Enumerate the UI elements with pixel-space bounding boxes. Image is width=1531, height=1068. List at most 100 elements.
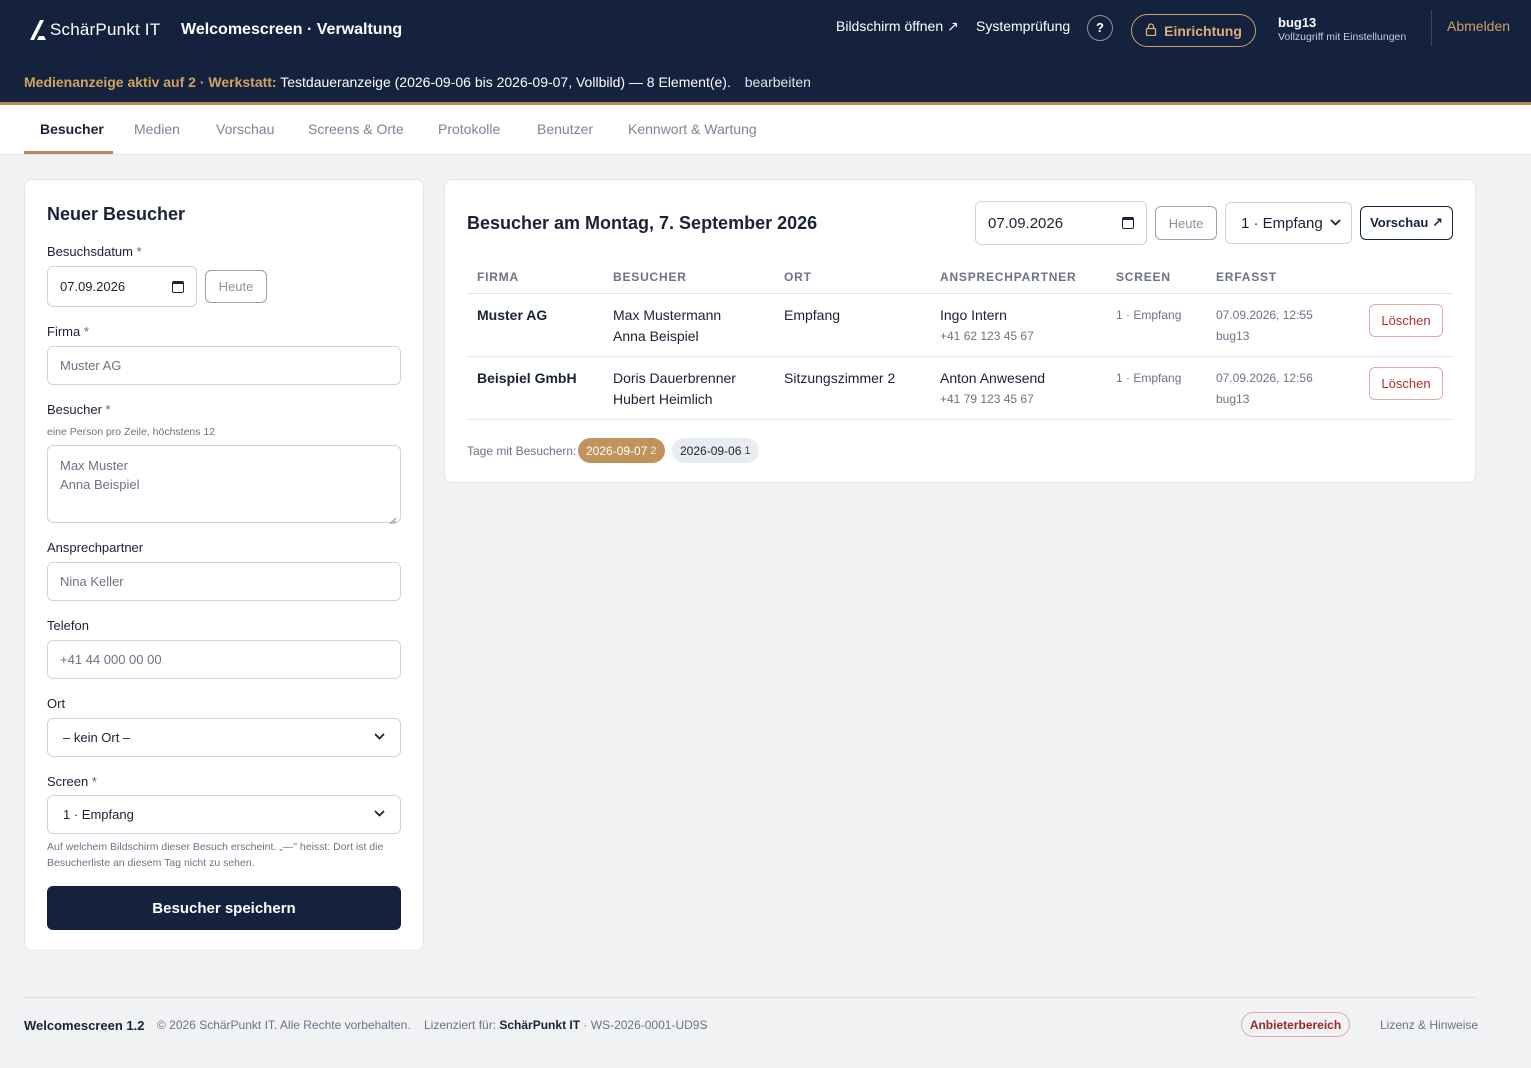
visitors-textarea[interactable]: Max Muster Anna Beispiel — [47, 445, 401, 525]
resize-handle-icon[interactable] — [389, 511, 397, 525]
footer-license: Lizenziert für: SchärPunkt IT · WS-2026-… — [424, 1018, 707, 1032]
row-created: 07.09.2026, 12:56 bug13 — [1216, 368, 1313, 410]
logo-mark-icon — [28, 19, 48, 41]
day-pill[interactable]: 2026-09-07 2 — [578, 438, 665, 463]
screen-label: Screen * — [47, 774, 97, 789]
calendar-icon[interactable] — [1122, 217, 1134, 229]
contact-input[interactable]: Nina Keller — [47, 562, 401, 601]
list-today-button[interactable]: Heute — [1155, 206, 1217, 240]
save-visitor-button[interactable]: Besucher speichern — [47, 886, 401, 930]
column-header-screen: SCREEN — [1116, 270, 1171, 284]
list-date-value: 07.09.2026 — [988, 214, 1064, 232]
visitors-hint: eine Person pro Zeile, höchstens 12 — [47, 426, 216, 438]
table-divider — [467, 293, 1453, 294]
tab-logs[interactable]: Protokolle — [438, 121, 500, 137]
company-label: Firma * — [47, 324, 89, 339]
row-created-time: 07.09.2026, 12:55 — [1216, 308, 1313, 322]
delete-button[interactable]: Löschen — [1369, 304, 1443, 337]
phone-label: Telefon — [47, 618, 89, 633]
row-contact-name: Anton Anwesend — [940, 370, 1046, 386]
footer-licensee: SchärPunkt IT — [499, 1018, 581, 1032]
screen-hint: Auf welchem Bildschirm dieser Besuch ers… — [47, 839, 383, 871]
required-mark: * — [136, 244, 142, 259]
form-title: Neuer Besucher — [47, 204, 186, 224]
tab-visitors[interactable]: Besucher — [40, 121, 104, 137]
provider-area-button[interactable]: Anbieterbereich — [1241, 1012, 1350, 1037]
row-visitors: Max Mustermann Anna Beispiel — [613, 305, 721, 347]
list-date-input[interactable]: 07.09.2026 — [975, 201, 1147, 245]
app-title: Welcomescreen · Verwaltung — [181, 21, 403, 38]
form-today-button[interactable]: Heute — [205, 270, 267, 303]
screen-select-value: 1 · Empfang — [63, 807, 134, 822]
calendar-icon[interactable] — [172, 280, 184, 293]
delete-button[interactable]: Löschen — [1369, 367, 1443, 400]
list-screen-select[interactable]: 1 · Empfang — [1225, 202, 1352, 244]
column-header-visitor: BESUCHER — [613, 270, 687, 284]
visit-date-value: 07.09.2026 — [60, 279, 126, 294]
table-divider — [467, 356, 1453, 357]
location-select[interactable]: – kein Ort – — [47, 718, 401, 757]
tab-users[interactable]: Benutzer — [537, 121, 593, 137]
header-divider — [1431, 10, 1432, 46]
row-contact-name: Ingo Intern — [940, 307, 1007, 323]
day-pill-count: 2 — [650, 444, 657, 457]
screen-hint-line: Auf welchem Bildschirm dieser Besuch ers… — [47, 841, 384, 853]
tab-screens-locations[interactable]: Screens & Orte — [308, 121, 404, 137]
date-label: Besuchsdatum * — [47, 244, 142, 259]
row-created-by: bug13 — [1216, 329, 1250, 343]
visit-date-input[interactable]: 07.09.2026 — [47, 266, 197, 307]
column-header-contact: ANSPRECHPARTNER — [940, 270, 1077, 284]
visitor-list-card: Besucher am Montag, 7. September 2026 07… — [444, 179, 1476, 483]
footer-licensed-for: Lizenziert für: — [424, 1018, 497, 1032]
media-status-highlight: Medienanzeige aktiv auf 2 · Werkstatt: — [24, 74, 277, 90]
company-label-text: Firma — [47, 324, 81, 339]
help-button[interactable]: ? — [1087, 15, 1113, 41]
table-divider — [467, 419, 1453, 420]
required-mark: * — [83, 324, 89, 339]
logo: SchärPunkt IT — [28, 17, 160, 43]
chevron-down-icon — [1330, 218, 1341, 229]
chevron-down-icon — [374, 732, 385, 743]
visitor-list-title: Besucher am Montag, 7. September 2026 — [467, 213, 818, 233]
phone-input[interactable]: +41 44 000 00 00 — [47, 640, 401, 679]
list-screen-value: 1 · Empfang — [1241, 214, 1323, 232]
preview-button[interactable]: Vorschau ↗ — [1360, 206, 1453, 240]
screen-select[interactable]: 1 · Empfang — [47, 795, 401, 834]
visitors-placeholder-line: Max Muster — [60, 458, 128, 473]
footer-brand: Welcomescreen 1.2 — [24, 1018, 145, 1033]
tab-media[interactable]: Medien — [134, 121, 180, 137]
company-input[interactable]: Muster AG — [47, 346, 401, 385]
license-notes-link[interactable]: Lizenz & Hinweise — [1380, 1018, 1478, 1032]
row-visitor-name: Max Mustermann — [613, 307, 722, 323]
visitors-label: Besucher * — [47, 402, 111, 417]
row-screen: 1 · Empfang — [1116, 371, 1182, 385]
media-status-text: Testdaueranzeige (2026-09-06 bis 2026-09… — [280, 74, 731, 90]
row-company: Beispiel GmbH — [477, 370, 577, 386]
row-contact-phone: +41 79 123 45 67 — [940, 392, 1034, 406]
open-screen-link[interactable]: Bildschirm öffnen ↗ — [836, 18, 959, 35]
row-contact: Ingo Intern +41 62 123 45 67 — [940, 305, 1034, 347]
row-location: Sitzungszimmer 2 — [784, 370, 896, 386]
row-company: Muster AG — [477, 307, 548, 323]
location-label: Ort — [47, 696, 66, 711]
required-mark: * — [105, 402, 111, 417]
screen-hint-line: Besucherliste an diesem Tag nicht zu seh… — [47, 857, 255, 869]
footer-license-id: · WS-2026-0001-UD9S — [583, 1018, 708, 1032]
logout-link[interactable]: Abmelden — [1447, 18, 1510, 34]
required-mark: * — [91, 774, 97, 789]
day-pill-date: 2026-09-06 — [680, 443, 742, 458]
user-role: Vollzugriff mit Einstellungen — [1278, 31, 1407, 43]
footer-divider — [24, 997, 1476, 998]
setup-button[interactable]: Einrichtung — [1131, 14, 1256, 47]
tab-password-maintenance[interactable]: Kennwort & Wartung — [628, 121, 757, 137]
row-visitor-name: Anna Beispiel — [613, 328, 699, 344]
column-header-location: ORT — [784, 270, 812, 284]
row-visitor-name: Doris Dauerbrenner — [613, 370, 736, 386]
tab-bar: Besucher Medien Vorschau Screens & Orte … — [0, 105, 1531, 155]
tab-preview[interactable]: Vorschau — [216, 121, 274, 137]
media-edit-link[interactable]: bearbeiten — [745, 74, 811, 90]
system-check-link[interactable]: Systemprüfung — [976, 18, 1070, 34]
day-pill[interactable]: 2026-09-06 1 — [672, 438, 759, 463]
top-bar: SchärPunkt IT Welcomescreen · Verwaltung… — [0, 0, 1531, 105]
row-visitor-name: Hubert Heimlich — [613, 391, 713, 407]
